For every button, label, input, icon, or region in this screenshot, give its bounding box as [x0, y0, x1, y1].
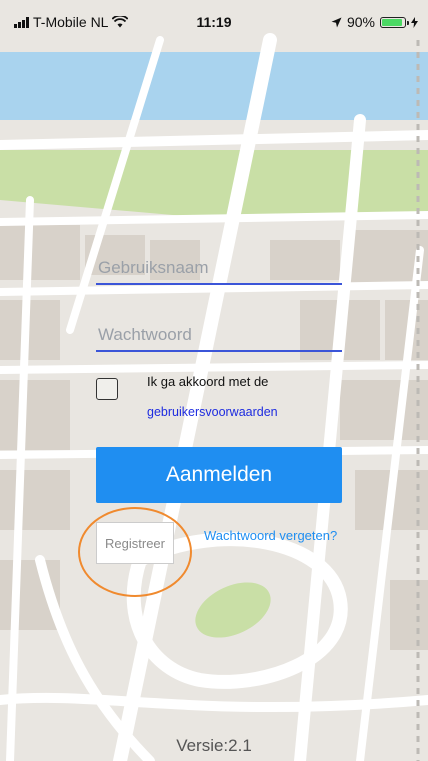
status-right: 90% — [331, 14, 418, 30]
status-bar: T-Mobile NL 11:19 90% — [0, 0, 428, 44]
password-input[interactable] — [96, 320, 342, 352]
forgot-password-link[interactable]: Wachtwoord vergeten? — [204, 528, 337, 543]
battery-icon — [380, 16, 409, 28]
terms-checkbox[interactable] — [96, 378, 118, 400]
login-screen: T-Mobile NL 11:19 90% Ik ga akkoord met … — [0, 0, 428, 761]
terms-link[interactable]: gebruikersvoorwaarden — [147, 405, 278, 419]
agree-label: Ik ga akkoord met de — [147, 374, 269, 389]
version-label: Versie:2.1 — [176, 736, 252, 755]
charging-icon — [411, 16, 418, 28]
battery-percentage: 90% — [346, 14, 375, 30]
login-button[interactable]: Aanmelden — [96, 447, 342, 503]
username-input[interactable] — [96, 253, 342, 285]
location-arrow-icon — [331, 17, 342, 27]
river — [0, 52, 428, 120]
register-button[interactable]: Registreer — [96, 522, 174, 564]
